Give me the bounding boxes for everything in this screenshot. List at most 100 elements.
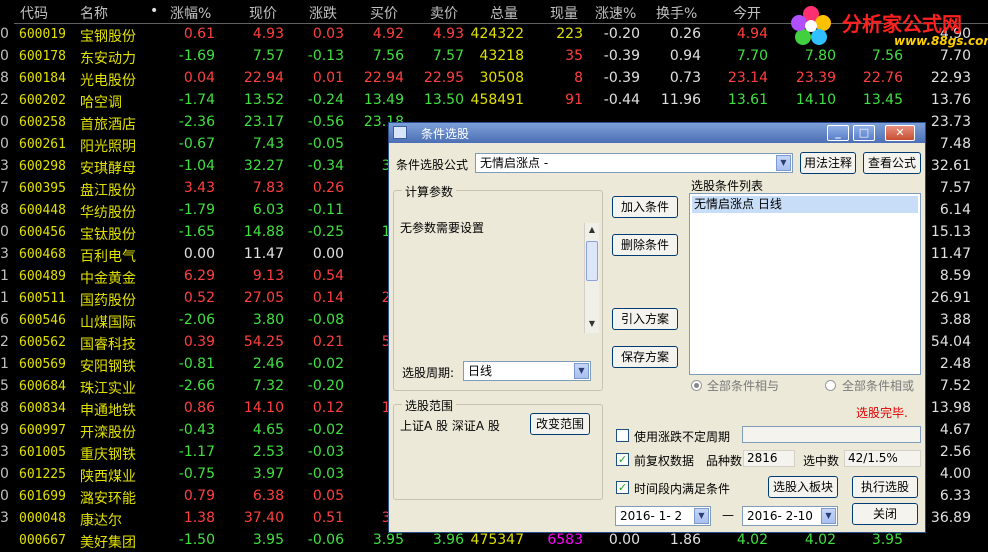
cell-price: 9.13 [252,268,284,284]
header-sell[interactable]: 卖价 [430,3,458,22]
formula-select-value: 无情启涨点 - [480,156,549,170]
header-open[interactable]: 今开 [733,3,761,22]
usage-notes-button[interactable]: 用法注释 [800,152,856,174]
cell-name: 阳光照明 [80,139,136,155]
scroll-thumb[interactable] [586,241,598,281]
header-turnover[interactable]: 换手% [656,3,697,22]
cell-lo: 3.95 [871,532,903,548]
cell-code: 600019 [19,27,66,42]
header-code[interactable]: 代码 [20,3,48,22]
cell-open: 4.94 [736,26,768,42]
header-change[interactable]: 涨跌 [309,3,337,22]
chevron-down-icon[interactable]: ▼ [694,508,709,524]
cell-chg: -0.11 [307,202,344,218]
period-label: 选股周期: [402,366,455,380]
execute-picker-button[interactable]: 执行选股 [852,476,918,498]
cell-buy: 13.49 [363,92,404,108]
cell-name: 潞安环能 [80,491,136,507]
cell-prev: 26.91 [930,290,971,306]
params-scrollbar[interactable]: ▲ ▼ [584,223,599,333]
date-to-picker[interactable]: 2016- 2-10 ▼ [742,506,838,526]
date-to-value: 2016- 2-10 [747,509,813,523]
list-item[interactable]: 无情启涨点 日线 [692,196,918,213]
radio-any-or-label: 全部条件相或 [842,379,915,393]
cell-price: 7.32 [252,378,284,394]
cell-pct: 0.86 [183,400,215,416]
cell-pct: 1.38 [183,510,215,526]
cell-price: 54.25 [243,334,284,350]
cell-code: 600511 [19,291,66,306]
date-from-picker[interactable]: 2016- 1- 2 ▼ [615,506,711,526]
cell-chg: 0.14 [312,290,344,306]
close-window-button[interactable]: ✕ [885,125,915,141]
header-volume[interactable]: 总量 [490,3,518,22]
cell-vol: 424322 [470,26,524,42]
radio-any-or[interactable] [825,380,836,391]
range-text: 上证A 股 深证A 股 [400,419,500,433]
chevron-down-icon[interactable]: ▼ [821,508,836,524]
cell-chg: -0.05 [307,136,344,152]
use-period-label: 使用涨跌不定周期 [634,430,731,444]
count-value: 2816 [743,450,795,467]
cell-pct: -0.75 [178,466,215,482]
selected-value: 42/1.5% [844,450,921,467]
cell-price: 7.43 [252,136,284,152]
close-button[interactable]: 关闭 [852,503,918,525]
prefuquan-checkbox[interactable]: ✓ [616,453,629,466]
header-pct[interactable]: 涨幅% [170,3,211,22]
cell-name: 中金黄金 [80,271,136,287]
date-from-value: 2016- 1- 2 [620,509,683,523]
table-row[interactable]: 8 600184 光电股份 0.04 22.94 0.01 22.94 22.95 30508 8… [0,68,988,90]
chevron-down-icon[interactable]: ▼ [574,363,589,379]
scroll-up-icon[interactable]: ▲ [585,223,599,237]
header-dot: • [150,3,159,19]
add-condition-button[interactable]: 加入条件 [612,196,678,218]
view-formula-button[interactable]: 查看公式 [863,152,921,174]
cell-sell: 3.96 [432,532,464,548]
header-speed[interactable]: 涨速% [595,3,636,22]
header-current-volume[interactable]: 现量 [550,3,578,22]
use-period-field[interactable] [742,426,921,443]
cell-price: 7.83 [252,180,284,196]
cell-vol: 475347 [470,532,524,548]
use-period-checkbox[interactable] [616,429,629,442]
delete-condition-button[interactable]: 删除条件 [612,234,678,256]
table-row[interactable]: 2 600202 哈空调 -1.74 13.52 -0.24 13.49 13.50 45849… [0,90,988,112]
params-group: 计算参数 无参数需要设置 ▲ ▼ 选股周期: 日线 ▼ [393,183,603,391]
brand-logo: 分析家公式网 www.88gs.com [788,2,988,50]
period-select[interactable]: 日线 ▼ [463,361,591,381]
header-buy[interactable]: 买价 [370,3,398,22]
condition-list[interactable]: 无情启涨点 日线 [689,193,921,375]
table-row[interactable]: 000667 美好集团 -1.50 3.95 -0.06 3.95 3.96 475347 65… [0,530,988,552]
chevron-down-icon[interactable]: ▼ [776,155,791,171]
cell-name: 国睿科技 [80,337,136,353]
cell-code: 601225 [19,467,66,482]
left-edge-digit: 8 [0,202,9,218]
cell-price: 13.52 [243,92,284,108]
cell-turn: 11.96 [660,92,701,108]
cell-name: 宝钢股份 [80,29,136,45]
scroll-down-icon[interactable]: ▼ [585,317,599,331]
minimize-button[interactable]: _ [827,125,849,141]
header-name[interactable]: 名称 [80,3,108,22]
cell-name: 申通地铁 [80,403,136,419]
cell-spd: -0.39 [603,48,640,64]
radio-all-and[interactable] [691,380,702,391]
import-plan-button[interactable]: 引入方案 [612,308,678,330]
formula-select[interactable]: 无情启涨点 - ▼ [475,153,793,173]
cell-prev: 6.33 [939,488,971,504]
save-plan-button[interactable]: 保存方案 [612,346,678,368]
time-range-checkbox[interactable]: ✓ [616,481,629,494]
maximize-button[interactable]: □ [853,125,875,141]
change-range-button[interactable]: 改变范围 [530,413,590,435]
period-select-value: 日线 [468,364,493,378]
header-price[interactable]: 现价 [249,3,277,22]
cell-chg: -0.25 [307,224,344,240]
cell-price: 22.94 [243,70,284,86]
cell-prev: 7.57 [939,180,971,196]
cell-price: 6.03 [252,202,284,218]
cell-chg: -0.02 [307,422,344,438]
dialog-titlebar[interactable]: 条件选股 _ □ ✕ [389,123,925,143]
to-board-button[interactable]: 选股入板块 [768,476,838,498]
app-window-icon [393,126,407,139]
